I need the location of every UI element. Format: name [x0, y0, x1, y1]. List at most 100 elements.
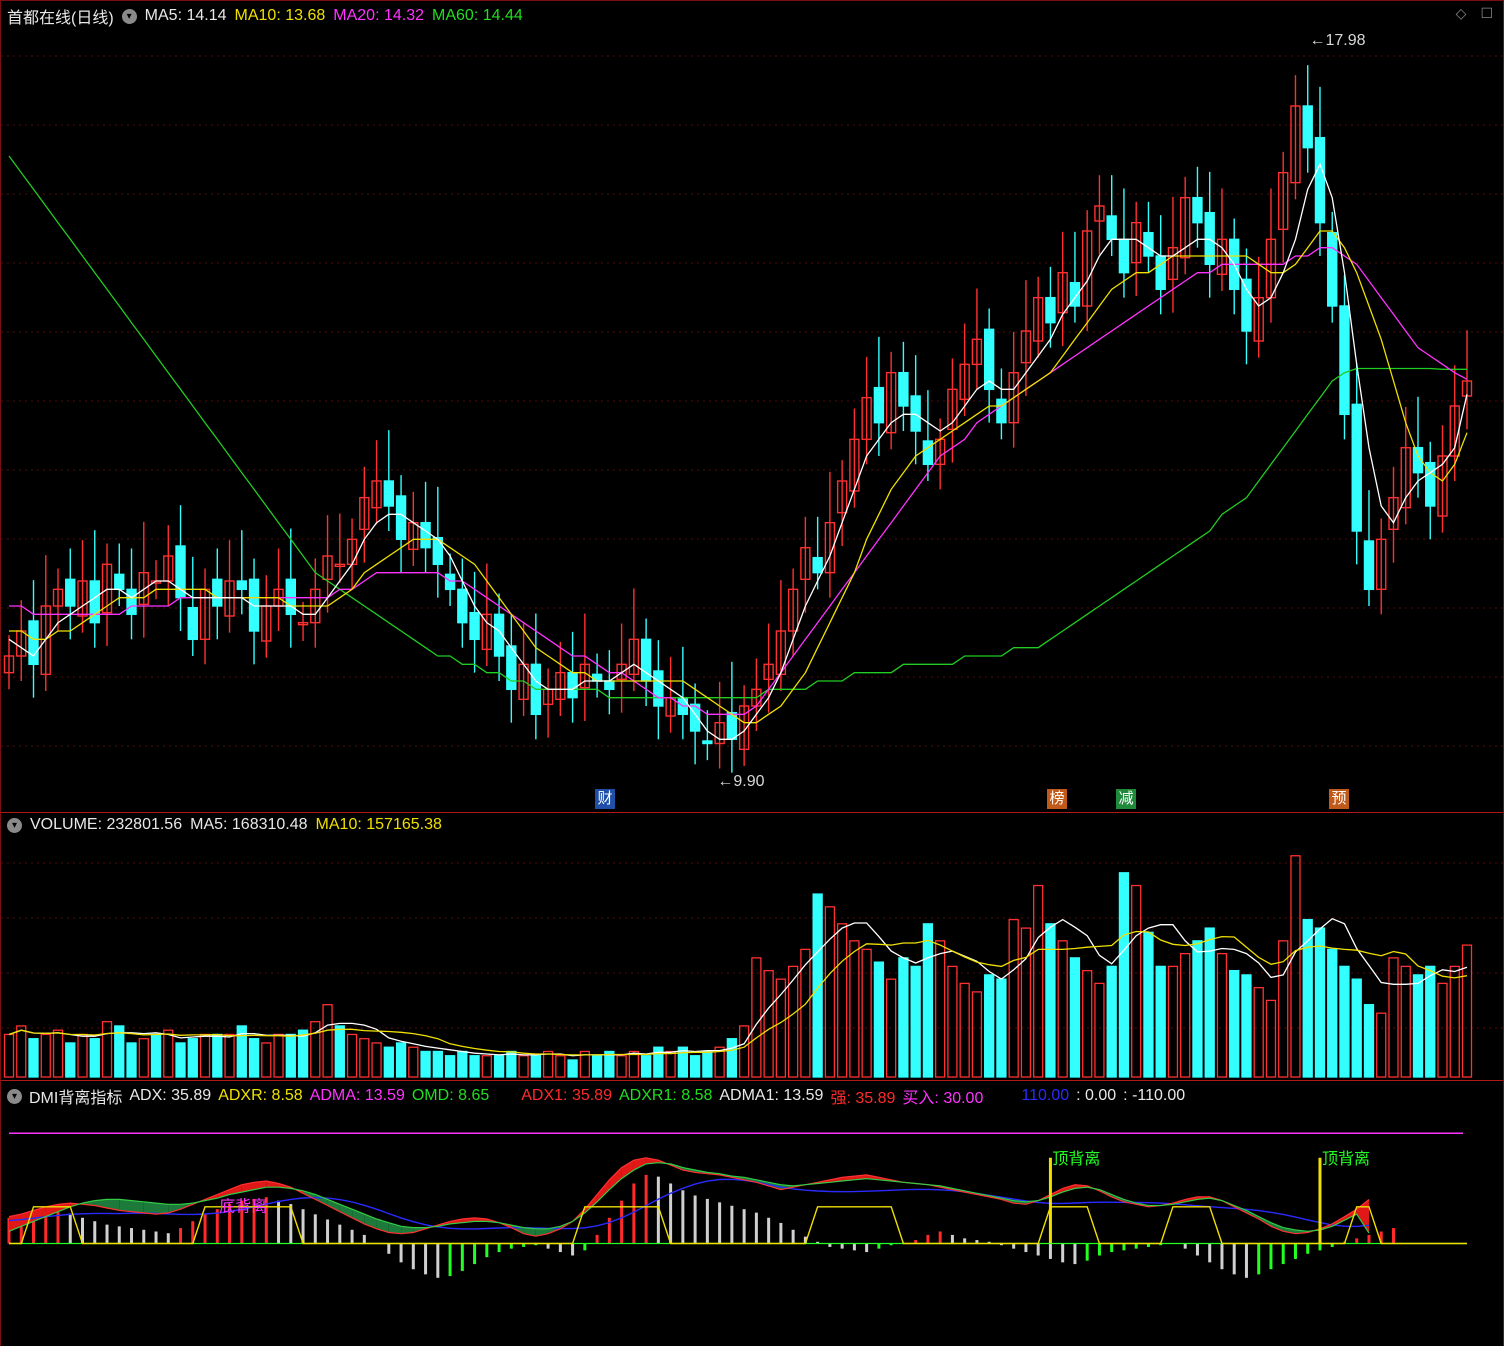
volume-bar-up — [1094, 982, 1105, 1078]
bottom-divergence-label: 底背离 — [219, 1198, 267, 1216]
adx-value: 35.89 — [171, 1087, 212, 1104]
volume-bar-up — [1216, 952, 1228, 1078]
volume-bar-up — [971, 991, 983, 1078]
volume-bar-up — [616, 1055, 627, 1078]
volume-bar-up — [1033, 884, 1044, 1078]
volume-bar-up — [40, 1033, 51, 1078]
candle-down — [1327, 231, 1338, 307]
candle-down — [1351, 403, 1362, 532]
volume-panel[interactable]: ▾ VOLUME: 232801.56 MA5: 168310.48 MA10:… — [0, 812, 1504, 1080]
volume-bar-up — [1290, 855, 1301, 1078]
candle-down — [1155, 255, 1166, 291]
adma-label: ADMA: — [309, 1087, 361, 1104]
volume-bar-up — [542, 1050, 554, 1078]
dmi-legend: ▾ DMI背离指标 ADX: 35.89 ADXR: 8.58 ADMA: 13… — [7, 1084, 1185, 1108]
price-legend: 首都在线(日线) ▾ MA5: 14.14 MA10: 13.68 MA20: … — [7, 4, 523, 28]
stock-chart-app: 首都在线(日线) ▾ MA5: 14.14 MA10: 13.68 MA20: … — [0, 0, 1504, 1346]
price-panel[interactable]: 首都在线(日线) ▾ MA5: 14.14 MA10: 13.68 MA20: … — [0, 0, 1504, 812]
volume-bar-up — [1057, 940, 1068, 1078]
signal-badge-bang[interactable]: 榜 — [1047, 789, 1067, 809]
candle-down — [1143, 231, 1154, 257]
volume-bar-up — [665, 1050, 676, 1078]
volume-bar-up — [1020, 927, 1032, 1078]
candle-down — [1118, 238, 1130, 274]
signal-badge-jian[interactable]: 减 — [1116, 789, 1136, 809]
volume-bar-up — [346, 1033, 358, 1078]
stock-title[interactable]: 首都在线(日线) — [7, 4, 114, 28]
candle-down — [1106, 215, 1117, 241]
volume-bar-down — [1363, 1004, 1375, 1078]
mid-level-value: 0.00 — [1085, 1087, 1117, 1104]
candle-down — [469, 611, 480, 641]
volume-bar-down — [640, 1055, 652, 1078]
volume-bar-up — [1449, 965, 1460, 1078]
volume-bar-up — [1253, 987, 1264, 1078]
volume-bar-up — [518, 1055, 529, 1078]
maximize-icon[interactable]: ☐ — [1480, 5, 1493, 22]
volume-bar-down — [187, 1038, 198, 1078]
volume-bar-down — [395, 1042, 407, 1078]
candle-down — [653, 670, 664, 707]
adma1-label: ADMA1: — [719, 1087, 779, 1104]
volume-chart[interactable] — [1, 813, 1503, 1079]
candle-down — [591, 673, 603, 682]
volume-bar-down — [530, 1055, 541, 1078]
volume-bar-up — [763, 969, 774, 1078]
volume-bar-down — [65, 1042, 76, 1078]
volume-bar-down — [383, 1046, 394, 1078]
volume-bar-up — [16, 1025, 27, 1078]
volume-value: 232801.56 — [106, 816, 183, 833]
adx1-label: ADX1: — [521, 1087, 568, 1104]
volume-bar-down — [444, 1055, 456, 1078]
volume-bar-down — [1327, 948, 1338, 1078]
volume-bar-down — [1351, 978, 1362, 1078]
strong-label: 强: — [830, 1090, 851, 1107]
candle-down — [395, 495, 407, 541]
ma5-line — [8, 162, 1468, 740]
dmi-settings-icon[interactable]: ▾ — [7, 1088, 22, 1104]
volume-legend: ▾ VOLUME: 232801.56 MA5: 168310.48 MA10:… — [7, 816, 442, 834]
mid-level-label: : — [1076, 1087, 1081, 1104]
volume-bar-down — [1106, 965, 1117, 1078]
volume-bar-down — [175, 1042, 186, 1078]
diamond-icon[interactable]: ◇ — [1456, 5, 1467, 22]
candle-down — [65, 578, 76, 607]
volume-bar-down — [28, 1038, 39, 1078]
volume-bar-down — [702, 1050, 713, 1078]
volume-bar-up — [738, 1025, 750, 1078]
price-chart[interactable]: ←17.98 ←9.90 — [1, 1, 1503, 811]
volume-bar-down — [457, 1050, 468, 1078]
volume-bar-down — [1339, 965, 1350, 1078]
volume-bar-up — [408, 1046, 419, 1078]
dmi-band-fill — [131, 1200, 144, 1213]
dmi-title[interactable]: DMI背离指标 — [29, 1084, 122, 1108]
candle-down — [187, 606, 198, 641]
settings-circle-icon[interactable]: ▾ — [121, 8, 137, 24]
dmi-chart[interactable]: 底背离 顶背离 顶背离 — [1, 1081, 1503, 1345]
volume-bar-down — [1045, 923, 1056, 1078]
candle-down — [285, 578, 296, 616]
volume-bar-down — [1143, 931, 1154, 1078]
volume-bar-up — [261, 1042, 272, 1078]
adx-label: ADX: — [129, 1087, 167, 1104]
adxr-label: ADXR: — [218, 1087, 268, 1104]
volume-bar-up — [3, 1033, 15, 1078]
volume-bar-down — [898, 957, 909, 1078]
volume-bar-down — [1314, 927, 1326, 1078]
volume-bar-down — [1241, 974, 1252, 1078]
volume-bar-up — [824, 906, 836, 1078]
volume-bar-up — [224, 1033, 235, 1078]
candle-down — [996, 398, 1007, 424]
buy-label: 买入: — [902, 1090, 939, 1107]
candle-down — [212, 578, 223, 607]
dmi-panel[interactable]: ▾ DMI背离指标 ADX: 35.89 ADXR: 8.58 ADMA: 13… — [0, 1080, 1504, 1346]
volume-bar-down — [432, 1050, 443, 1078]
volume-bar-down — [996, 978, 1007, 1078]
ma5-label: MA5: — [144, 7, 183, 24]
volume-bar-up — [1131, 884, 1142, 1078]
signal-badge-yu[interactable]: 预 — [1329, 789, 1349, 809]
volume-bar-up — [947, 965, 958, 1078]
volume-bar-up — [273, 1033, 284, 1078]
signal-badge-cai[interactable]: 财 — [595, 789, 615, 809]
volume-settings-icon[interactable]: ▾ — [7, 817, 22, 833]
